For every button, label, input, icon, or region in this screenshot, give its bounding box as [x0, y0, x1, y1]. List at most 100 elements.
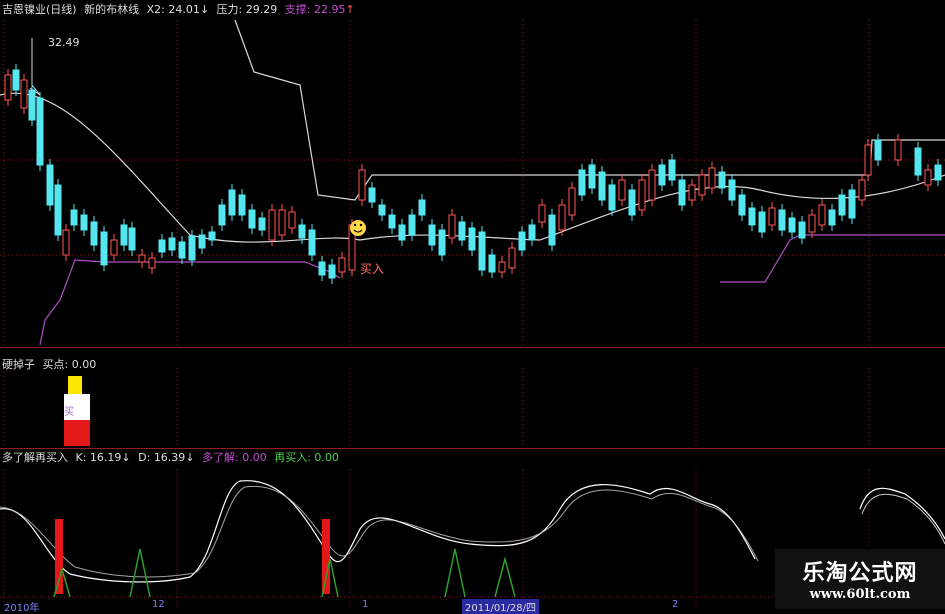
candle-body [598, 171, 606, 201]
candle-body [458, 221, 466, 241]
candle-body [4, 74, 12, 101]
candle-body [628, 189, 636, 216]
candle-body [36, 97, 44, 166]
axis-month-1: 1 [362, 599, 369, 610]
kd-indicator-name: 多了解再买入 [2, 451, 68, 464]
axis-month-2: 2 [672, 599, 679, 610]
candle-body [578, 169, 586, 196]
candle-body [568, 187, 576, 216]
candle-body [128, 227, 136, 251]
candle-body [408, 214, 416, 236]
candle-body [934, 164, 942, 181]
candle-body [708, 167, 716, 189]
candle-body [728, 179, 736, 201]
support-line [39, 259, 341, 346]
candle-body [398, 224, 406, 241]
candle-body [438, 229, 446, 256]
main-chart-pane[interactable]: 吉恩镍业(日线) 新的布林线 X2: 24.01↓ 压力: 29.29 支撑: … [0, 0, 945, 347]
candle-body [54, 184, 62, 236]
candle-body [658, 164, 666, 186]
middle-band-line [0, 92, 945, 243]
more-value: 多了解: 0.00 [202, 451, 267, 464]
candle-body [258, 217, 266, 231]
k-arrow: ↓ [121, 451, 131, 464]
candle-body [828, 209, 836, 226]
axis-cursor-date: 2011/01/28/四 [462, 599, 540, 614]
axis-month-12: 12 [152, 599, 165, 610]
kd-green-signal [444, 548, 466, 598]
watermark-title: 乐淘公式网 [802, 560, 918, 586]
candle-body [238, 194, 246, 216]
candle-body [62, 229, 70, 256]
candle-body [308, 229, 316, 256]
rebuy-value: 再买入: 0.00 [274, 451, 339, 464]
buy-bar-red [64, 420, 90, 446]
axis-left-date: 2010年 [4, 603, 40, 614]
candle-body [778, 209, 786, 231]
candle-body [428, 224, 436, 246]
candle-body [538, 204, 546, 223]
kd-d-line [0, 485, 759, 578]
candle-body [358, 169, 366, 201]
buy-signal-label: 买入 [360, 262, 385, 276]
candle-body [864, 144, 872, 176]
candle-body [268, 209, 276, 241]
candle-body [338, 257, 346, 273]
d-arrow: ↓ [185, 451, 195, 464]
candle-body [70, 209, 78, 226]
candle-body [488, 254, 496, 273]
candle-body [120, 224, 128, 246]
candle-body [328, 264, 336, 279]
buypoint-pane[interactable]: 硬掉子 买点: 0.00 买 [0, 348, 945, 448]
candle-body [158, 239, 166, 253]
smiley-icon [350, 220, 366, 236]
candle-body [518, 231, 526, 251]
candle-body [718, 171, 726, 189]
candle-body [924, 169, 932, 186]
price-chart[interactable] [0, 0, 945, 347]
watermark: 乐淘公式网 www.60lt.com [775, 549, 945, 609]
candle-body [808, 214, 816, 233]
mid-header: 硬掉子 买点: 0.00 [2, 358, 100, 372]
candle-body [648, 169, 656, 201]
candle-body [678, 179, 686, 206]
candle-body [188, 235, 196, 261]
kd-red-signal [322, 519, 330, 594]
support-value: 支撑: 22.95 [284, 3, 346, 16]
candle-body [178, 241, 186, 259]
candle-body [768, 207, 776, 226]
kd-k-line [859, 487, 945, 540]
support-arrow: ↑ [345, 3, 355, 16]
candle-body [478, 231, 486, 271]
buypoint-chart [3, 368, 870, 448]
buy-bar-yellow [68, 376, 82, 394]
candle-body [138, 254, 146, 263]
candle-body [874, 139, 882, 161]
candle-body [368, 187, 376, 203]
d-value: D: 16.39 [138, 451, 186, 464]
candle-body [848, 189, 856, 219]
kd-red-signal [55, 519, 63, 594]
watermark-url: www.60lt.com [809, 587, 911, 602]
indicator-name: 新的布林线 [84, 3, 140, 16]
candle-body [668, 159, 676, 181]
kd-green-signal [129, 548, 151, 598]
candle-body [20, 79, 28, 109]
candle-body [528, 224, 536, 241]
candle-body [894, 139, 902, 161]
candle-body [618, 179, 626, 201]
candle-body [468, 227, 476, 251]
candle-body [148, 257, 156, 269]
candle-body [90, 221, 98, 246]
candle-body [378, 204, 386, 216]
kd-header: 多了解再买入 K: 16.19↓ D: 16.39↓ 多了解: 0.00 再买入… [2, 451, 343, 465]
pressure-value: 压力: 29.29 [216, 3, 278, 16]
candle-body [12, 69, 20, 91]
candle-body [278, 209, 286, 236]
candle-body [46, 164, 54, 206]
candle-body [28, 89, 36, 121]
candle-body [298, 224, 306, 239]
candle-body [558, 204, 566, 231]
candle-body [388, 214, 396, 229]
x2-arrow: ↓ [199, 3, 210, 16]
